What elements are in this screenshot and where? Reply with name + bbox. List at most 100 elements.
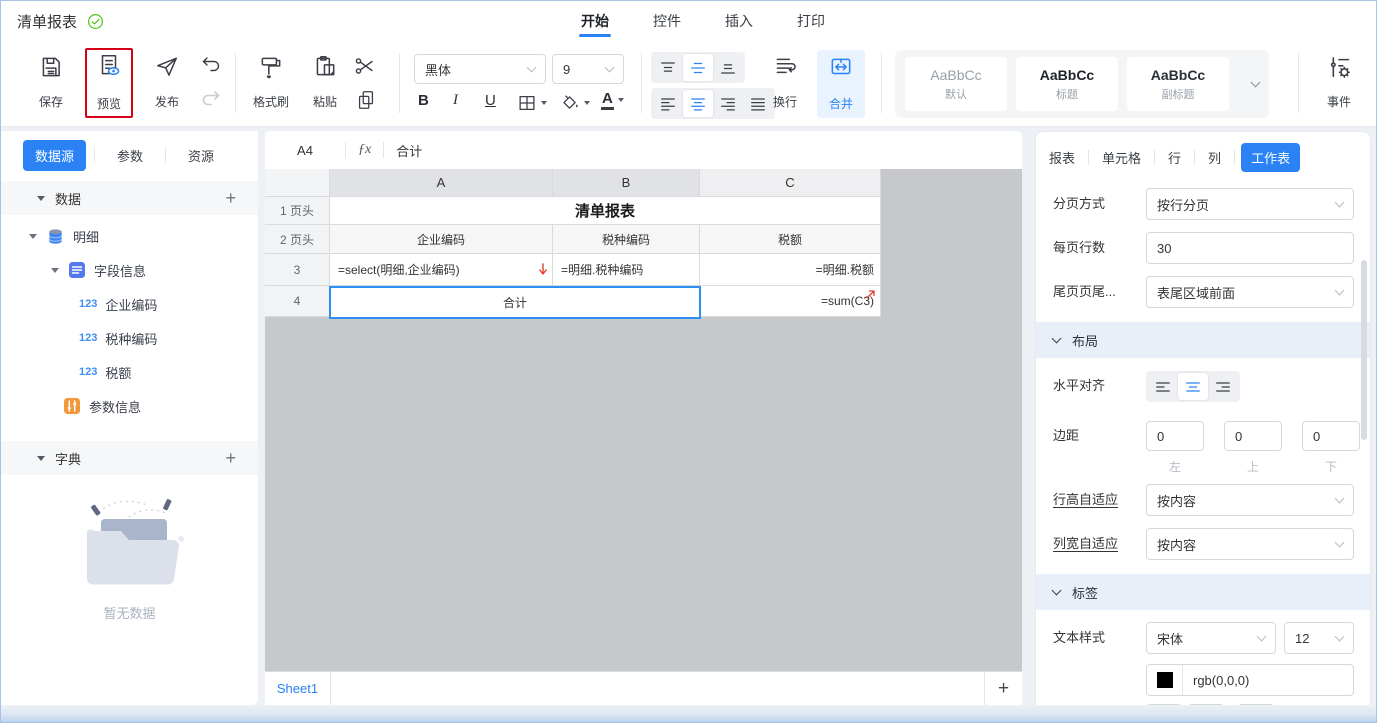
inspector-tab-worksheet[interactable]: 工作表 <box>1241 143 1300 172</box>
sidebar-tab-datasource[interactable]: 数据源 <box>23 140 86 171</box>
halign-right-icon <box>1214 378 1232 396</box>
format-painter-button[interactable]: 格式刷 <box>245 50 297 116</box>
inspector-tab-cell[interactable]: 单元格 <box>1102 143 1141 172</box>
cell-C2[interactable]: 税额 <box>700 225 881 254</box>
inspector-tab-column[interactable]: 列 <box>1208 143 1221 172</box>
column-header-A[interactable]: A <box>330 169 553 197</box>
row-autofit-select[interactable]: 按内容 <box>1146 484 1354 516</box>
halign-right-button[interactable] <box>713 90 743 117</box>
col-autofit-select[interactable]: 按内容 <box>1146 528 1354 560</box>
text-style-font-select[interactable]: 宋体 <box>1146 622 1276 654</box>
font-size-select[interactable]: 9 <box>552 54 624 84</box>
inspector-halign-left-button[interactable] <box>1148 373 1178 400</box>
tail-footer-select[interactable]: 表尾区域前面 <box>1146 276 1354 308</box>
grid-corner[interactable] <box>265 169 330 197</box>
inspector-halign-center-button[interactable] <box>1178 373 1208 400</box>
preview-button[interactable]: 预览 <box>85 48 133 118</box>
text-style-size-select[interactable]: 12 <box>1284 622 1354 654</box>
cell-C4[interactable]: =sum(C3) <box>700 286 881 317</box>
font-family-select[interactable]: 黑体 <box>414 54 546 84</box>
tree-item-field[interactable]: 123 税额 <box>79 357 131 387</box>
paging-mode-select[interactable]: 按行分页 <box>1146 188 1354 220</box>
inspector-halign-right-button[interactable] <box>1208 373 1238 400</box>
style-title[interactable]: AaBbCc 标题 <box>1016 57 1118 111</box>
paste-icon <box>312 54 338 80</box>
selected-cell-A4[interactable]: 合计 <box>329 286 701 319</box>
color-swatch-button[interactable] <box>1147 665 1183 695</box>
undo-icon <box>199 55 223 77</box>
tree-item-dataset[interactable]: 明细 <box>29 221 99 251</box>
cell-C3[interactable]: =明细.税额 <box>700 254 881 286</box>
undo-button[interactable] <box>199 55 223 77</box>
layout-section-header[interactable]: 布局 <box>1036 322 1370 358</box>
fx-icon[interactable]: ƒx <box>346 142 383 158</box>
margin-label: 边距 <box>1053 420 1079 452</box>
cell-A3[interactable]: =select(明细,企业编码) <box>330 254 553 286</box>
margin-top-input[interactable]: 0 <box>1224 421 1282 451</box>
fill-color-icon <box>559 92 581 114</box>
add-dictionary-button[interactable]: + <box>225 448 236 469</box>
valign-top-button[interactable] <box>653 54 683 81</box>
halign-center-button[interactable] <box>683 90 713 117</box>
cell-reference-box[interactable]: A4 <box>265 143 345 158</box>
copy-button[interactable] <box>355 88 377 112</box>
paste-button[interactable]: 粘贴 <box>301 50 349 116</box>
tab-home[interactable]: 开始 <box>579 2 611 40</box>
halign-left-button[interactable] <box>653 90 683 117</box>
merge-cells-button[interactable]: 合并 <box>817 50 865 118</box>
label-section-header[interactable]: 标签 <box>1036 574 1370 610</box>
add-datasource-button[interactable]: + <box>225 188 236 209</box>
tree-item-params-group[interactable]: 参数信息 <box>63 391 141 421</box>
cell-A2[interactable]: 企业编码 <box>330 225 553 254</box>
cell-A1-merged-title[interactable]: 清单报表 <box>330 197 881 225</box>
margin-bottom-input[interactable]: 0 <box>1302 421 1360 451</box>
cut-button[interactable] <box>353 54 377 78</box>
margin-left-input[interactable]: 0 <box>1146 421 1204 451</box>
save-button[interactable]: 保存 <box>27 50 75 116</box>
parameters-icon <box>63 397 81 415</box>
section-dictionary[interactable]: 字典 + <box>1 441 258 475</box>
underline-button[interactable]: U <box>485 92 496 109</box>
font-color-button[interactable]: A <box>601 90 624 110</box>
tree-item-field[interactable]: 123 企业编码 <box>79 289 157 319</box>
inspector-tab-row[interactable]: 行 <box>1168 143 1181 172</box>
formula-input[interactable]: 合计 <box>384 141 422 160</box>
inspector-tab-report[interactable]: 报表 <box>1049 143 1075 172</box>
row-header-4[interactable]: 4 <box>265 286 330 317</box>
section-data[interactable]: 数据 + <box>1 181 258 215</box>
sheet-tab-sheet1[interactable]: Sheet1 <box>265 672 331 705</box>
fill-color-button[interactable] <box>559 92 590 114</box>
rows-per-page-input[interactable]: 30 <box>1146 232 1354 264</box>
bold-button[interactable]: B <box>418 92 429 109</box>
row-header-3[interactable]: 3 <box>265 254 330 286</box>
cell-B2[interactable]: 税种编码 <box>553 225 700 254</box>
valign-middle-button[interactable] <box>683 54 713 81</box>
styles-expand-chevron[interactable] <box>1251 77 1261 87</box>
valign-bottom-button[interactable] <box>713 54 743 81</box>
italic-button[interactable]: I <box>453 92 458 109</box>
wrap-text-button[interactable]: 换行 <box>763 50 807 116</box>
style-subtitle[interactable]: AaBbCc 副标题 <box>1127 57 1229 111</box>
tree-item-field[interactable]: 123 税种编码 <box>79 323 157 353</box>
sidebar-tab-resources[interactable]: 资源 <box>174 140 228 171</box>
row-header-1[interactable]: 1 页头 <box>265 197 330 225</box>
redo-button[interactable] <box>199 89 223 111</box>
style-default[interactable]: AaBbCc 默认 <box>905 57 1007 111</box>
document-title-text: 清单报表 <box>17 14 77 31</box>
sidebar-tab-parameters[interactable]: 参数 <box>103 140 157 171</box>
events-button[interactable]: 事件 <box>1313 50 1365 116</box>
events-icon <box>1326 54 1353 81</box>
tab-controls[interactable]: 控件 <box>651 2 683 40</box>
tab-print[interactable]: 打印 <box>795 2 827 40</box>
publish-button[interactable]: 发布 <box>143 50 191 116</box>
cell-B3[interactable]: =明细.税种编码 <box>553 254 700 286</box>
borders-button[interactable] <box>516 92 547 114</box>
add-sheet-button[interactable]: + <box>984 672 1022 705</box>
row-header-2[interactable]: 2 页头 <box>265 225 330 254</box>
text-color-field[interactable]: rgb(0,0,0) <box>1146 664 1354 696</box>
tab-insert[interactable]: 插入 <box>723 2 755 40</box>
column-header-B[interactable]: B <box>553 169 700 197</box>
tree-item-fields-group[interactable]: 字段信息 <box>51 255 146 285</box>
column-header-C[interactable]: C <box>700 169 881 197</box>
inspector-scrollbar[interactable] <box>1361 260 1367 440</box>
